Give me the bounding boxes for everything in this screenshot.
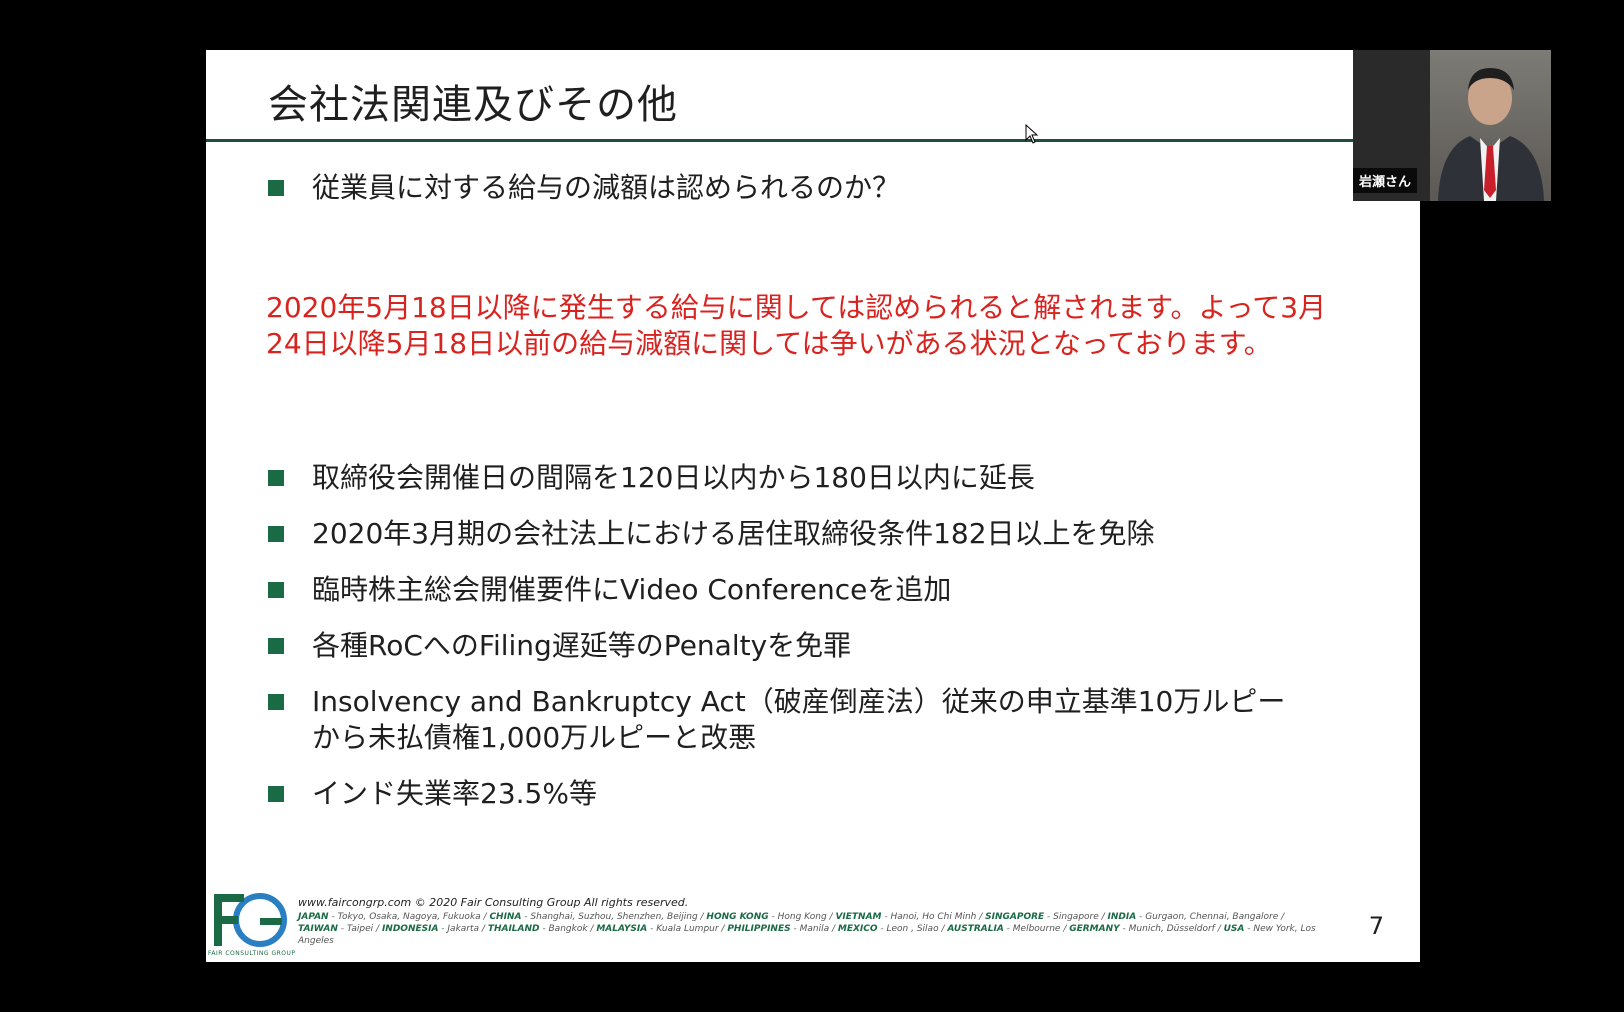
square-bullet-icon — [268, 694, 284, 710]
location-country: JAPAN — [298, 912, 329, 922]
fcg-logo-icon — [214, 893, 287, 947]
location-cities: Leon , Silao — [886, 924, 939, 934]
location-cities: Kuala Lumpur — [656, 924, 719, 934]
bullet-item: Insolvency and Bankruptcy Act（破産倒産法）従来の申… — [268, 684, 1292, 756]
location-cities: Taipei — [346, 924, 374, 934]
location-country: PHILIPPINES — [727, 924, 791, 934]
bullet-text: 取締役会開催日の間隔を120日以内から180日以内に延長 — [312, 461, 1035, 494]
location-cities: Munich, Düsseldorf — [1128, 924, 1215, 934]
location-cities: Jakarta — [447, 924, 480, 934]
location-country: MALAYSIA — [596, 924, 648, 934]
title-divider — [206, 139, 1354, 142]
location-country: HONG KONG — [706, 912, 769, 922]
square-bullet-icon — [268, 786, 284, 802]
bullet-text: 臨時株主総会開催要件にVideo Conferenceを追加 — [312, 573, 952, 606]
location-country: USA — [1223, 924, 1245, 934]
square-bullet-icon — [268, 470, 284, 486]
copyright-text: www.faircongrp.com © 2020 Fair Consultin… — [298, 896, 689, 909]
slide-footer: FAIR CONSULTING GROUP www.faircongrp.com… — [206, 884, 1420, 962]
slide-title: 会社法関連及びその他 — [268, 82, 678, 128]
location-country: GERMANY — [1069, 924, 1120, 934]
square-bullet-icon — [268, 180, 284, 196]
logo-caption: FAIR CONSULTING GROUP — [208, 950, 296, 957]
location-cities: Manila — [799, 924, 830, 934]
location-cities: Melbourne — [1012, 924, 1061, 934]
square-bullet-icon — [268, 638, 284, 654]
bullet-text: 2020年3月期の会社法上における居住取締役条件182日以上を免除 — [312, 517, 1155, 550]
square-bullet-icon — [268, 526, 284, 542]
location-country: THAILAND — [487, 924, 540, 934]
page-number: 7 — [1368, 912, 1384, 940]
bullet-text: インド失業率23.5%等 — [312, 777, 597, 810]
presentation-slide: 会社法関連及びその他 従業員に対する給与の減額は認められるのか？ 2020年5月… — [206, 50, 1420, 962]
bullet-text: 従業員に対する給与の減額は認められるのか？ — [312, 171, 901, 204]
location-cities: Shanghai, Suzhou, Shenzhen, Beijing — [530, 912, 698, 922]
location-country: VIETNAM — [835, 912, 882, 922]
participant-video-tile[interactable]: 岩瀬さん — [1353, 50, 1551, 201]
bullet-item: インド失業率23.5%等 — [268, 776, 1292, 812]
square-bullet-icon — [268, 582, 284, 598]
bullet-item: 臨時株主総会開催要件にVideo Conferenceを追加 — [268, 572, 1292, 608]
location-cities: Gurgaon, Chennai, Bangalore — [1145, 912, 1279, 922]
person-silhouette-icon — [1438, 68, 1544, 201]
highlighted-answer: 2020年5月18日以降に発生する給与に関しては認められると解されます。よって3… — [266, 291, 1327, 360]
participant-name-tag: 岩瀬さん — [1353, 168, 1418, 193]
bullet-item: 2020年3月期の会社法上における居住取締役条件182日以上を免除 — [268, 516, 1292, 552]
bullet-question: 従業員に対する給与の減額は認められるのか？ — [268, 170, 1292, 206]
location-country: CHINA — [489, 912, 522, 922]
location-country: MEXICO — [837, 924, 878, 934]
location-country: TAIWAN — [298, 924, 338, 934]
location-cities: Hanoi, Ho Chi Minh — [890, 912, 977, 922]
bullet-text: 各種RoCへのFiling遅延等のPenaltyを免罪 — [312, 629, 852, 662]
participant-video-feed — [1430, 50, 1551, 201]
location-cities: Tokyo, Osaka, Nagoya, Fukuoka — [337, 912, 481, 922]
office-locations: JAPAN - Tokyo, Osaka, Nagoya, Fukuoka / … — [298, 912, 1316, 946]
mouse-cursor-icon — [1025, 124, 1039, 144]
location-cities: Bangkok — [548, 924, 588, 934]
bullet-item: 取締役会開催日の間隔を120日以内から180日以内に延長 — [268, 460, 1292, 496]
location-country: INDONESIA — [381, 924, 439, 934]
location-country: INDIA — [1107, 912, 1137, 922]
bullet-text: Insolvency and Bankruptcy Act（破産倒産法）従来の申… — [312, 685, 1286, 754]
bullet-item: 各種RoCへのFiling遅延等のPenaltyを免罪 — [268, 628, 1292, 664]
location-cities: Singapore — [1053, 912, 1099, 922]
location-cities: Hong Kong — [777, 912, 827, 922]
location-country: AUSTRALIA — [947, 924, 1004, 934]
location-country: SINGAPORE — [985, 912, 1045, 922]
